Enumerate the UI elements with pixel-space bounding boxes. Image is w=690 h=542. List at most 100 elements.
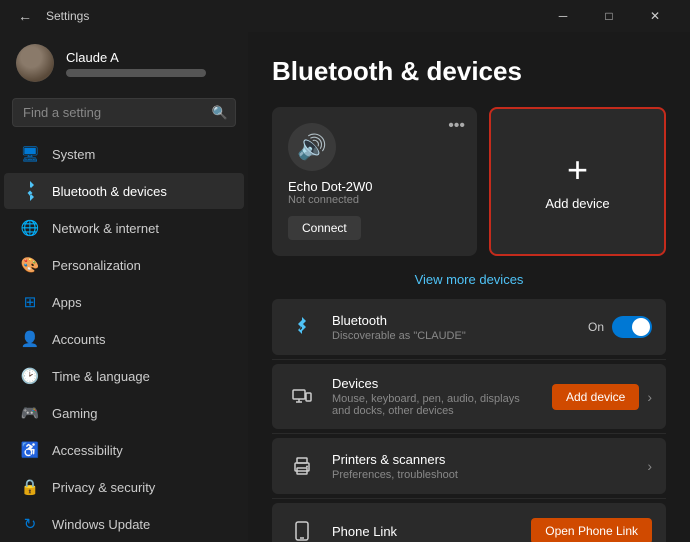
close-button[interactable]: ✕: [632, 0, 678, 32]
page-title: Bluetooth & devices: [272, 56, 666, 87]
bluetooth-row-icon: [286, 311, 318, 343]
phonelink-row-title: Phone Link: [332, 524, 517, 539]
device-icon-wrap: 🔊: [288, 123, 336, 171]
sidebar-item-bluetooth[interactable]: Bluetooth & devices: [4, 173, 244, 209]
user-name: Claude A: [66, 50, 206, 65]
bluetooth-row-title: Bluetooth: [332, 313, 574, 328]
add-device-card-label: Add device: [545, 196, 609, 211]
maximize-button[interactable]: □: [586, 0, 632, 32]
user-info: Claude A: [66, 50, 206, 77]
search-box: 🔍: [12, 98, 236, 127]
minimize-button[interactable]: ─: [540, 0, 586, 32]
devices-row-text: Devices Mouse, keyboard, pen, audio, disp…: [332, 376, 538, 417]
bluetooth-row-right: On: [588, 316, 652, 338]
view-more-link[interactable]: View more devices: [272, 264, 666, 299]
add-device-card[interactable]: + Add device: [489, 107, 666, 256]
phonelink-row-text: Phone Link: [332, 524, 517, 539]
user-profile[interactable]: Claude A: [0, 32, 248, 94]
avatar: [16, 44, 54, 82]
printers-row-sub: Preferences, troubleshoot: [332, 469, 633, 481]
bluetooth-toggle-knob: [632, 318, 650, 336]
sidebar-item-label-network: Network & internet: [52, 221, 159, 236]
system-icon: 🖥: [20, 144, 40, 164]
sidebar-item-personalization[interactable]: 🎨 Personalization: [4, 247, 244, 283]
divider: [272, 359, 666, 360]
settings-list: Bluetooth Discoverable as "CLAUDE" On Devi…: [272, 299, 666, 542]
devices-row: ••• 🔊 Echo Dot-2W0 Not connected Connect…: [272, 107, 666, 256]
sidebar-item-label-privacy: Privacy & security: [52, 480, 155, 495]
sidebar-item-label-accessibility: Accessibility: [52, 443, 123, 458]
sidebar-item-label-system: System: [52, 147, 95, 162]
sidebar-item-gaming[interactable]: 🎮 Gaming: [4, 395, 244, 431]
settings-row-printers[interactable]: Printers & scanners Preferences, troubles…: [272, 438, 666, 494]
titlebar-title: Settings: [46, 9, 89, 23]
apps-icon: ⊞: [20, 292, 40, 312]
avatar-image: [16, 44, 54, 82]
accounts-icon: 👤: [20, 329, 40, 349]
phonelink-row-icon: [286, 515, 318, 542]
divider: [272, 433, 666, 434]
devices-row-icon: [286, 381, 318, 413]
phonelink-open-button[interactable]: Open Phone Link: [531, 518, 652, 542]
sidebar-item-label-update: Windows Update: [52, 517, 150, 532]
device-status: Not connected: [288, 194, 461, 206]
printers-chevron-icon: ›: [647, 458, 652, 474]
bluetooth-toggle-label: On: [588, 320, 604, 334]
back-button[interactable]: ←: [12, 6, 38, 26]
user-subtitle: [66, 69, 206, 77]
more-options-icon[interactable]: •••: [448, 117, 465, 135]
device-card: ••• 🔊 Echo Dot-2W0 Not connected Connect: [272, 107, 477, 256]
titlebar-left: ← Settings: [12, 6, 89, 26]
nav-list: 🖥 System Bluetooth & devices 🌐 Network & in…: [0, 135, 248, 542]
device-icon: 🔊: [297, 133, 327, 162]
devices-row-sub: Mouse, keyboard, pen, audio, displays an…: [332, 393, 538, 417]
sidebar-item-label-apps: Apps: [52, 295, 82, 310]
personalization-icon: 🎨: [20, 255, 40, 275]
sidebar-item-apps[interactable]: ⊞ Apps: [4, 284, 244, 320]
printers-row-title: Printers & scanners: [332, 452, 633, 467]
search-input[interactable]: [12, 98, 236, 127]
bluetooth-icon: [20, 181, 40, 201]
settings-row-devices[interactable]: Devices Mouse, keyboard, pen, audio, disp…: [272, 364, 666, 429]
sidebar-item-update[interactable]: ↻ Windows Update: [4, 506, 244, 542]
add-plus-icon: +: [567, 152, 588, 188]
sidebar-item-label-gaming: Gaming: [52, 406, 98, 421]
time-icon: 🕑: [20, 366, 40, 386]
bluetooth-toggle[interactable]: [612, 316, 652, 338]
main-panel: Bluetooth & devices ••• 🔊 Echo Dot-2W0 N…: [248, 32, 690, 542]
gaming-icon: 🎮: [20, 403, 40, 423]
divider: [272, 498, 666, 499]
titlebar: ← Settings ─ □ ✕: [0, 0, 690, 32]
sidebar-item-time[interactable]: 🕑 Time & language: [4, 358, 244, 394]
sidebar: Claude A 🔍 🖥 System Bluetooth & devices 🌐 N…: [0, 32, 248, 542]
devices-row-title: Devices: [332, 376, 538, 391]
sidebar-item-label-bluetooth: Bluetooth & devices: [52, 184, 167, 199]
sidebar-item-system[interactable]: 🖥 System: [4, 136, 244, 172]
update-icon: ↻: [20, 514, 40, 534]
sidebar-item-accounts[interactable]: 👤 Accounts: [4, 321, 244, 357]
sidebar-item-privacy[interactable]: 🔒 Privacy & security: [4, 469, 244, 505]
privacy-icon: 🔒: [20, 477, 40, 497]
settings-row-phonelink[interactable]: Phone Link Open Phone Link: [272, 503, 666, 542]
bluetooth-row-text: Bluetooth Discoverable as "CLAUDE": [332, 313, 574, 342]
bluetooth-row-sub: Discoverable as "CLAUDE": [332, 330, 574, 342]
connect-button[interactable]: Connect: [288, 216, 361, 240]
devices-row-right: Add device ›: [552, 384, 652, 410]
settings-row-bluetooth[interactable]: Bluetooth Discoverable as "CLAUDE" On: [272, 299, 666, 355]
sidebar-item-network[interactable]: 🌐 Network & internet: [4, 210, 244, 246]
sidebar-item-label-personalization: Personalization: [52, 258, 141, 273]
printers-row-text: Printers & scanners Preferences, troubles…: [332, 452, 633, 481]
printers-row-right: ›: [647, 458, 652, 474]
devices-add-button[interactable]: Add device: [552, 384, 639, 410]
phonelink-row-right: Open Phone Link: [531, 518, 652, 542]
sidebar-item-label-accounts: Accounts: [52, 332, 105, 347]
printers-row-icon: [286, 450, 318, 482]
search-icon: 🔍: [212, 105, 228, 121]
sidebar-item-accessibility[interactable]: ♿Accessibility: [4, 432, 244, 468]
device-name: Echo Dot-2W0: [288, 179, 461, 194]
network-icon: 🌐: [20, 218, 40, 238]
sidebar-item-label-time: Time & language: [52, 369, 150, 384]
window-controls: ─ □ ✕: [540, 0, 678, 32]
devices-chevron-icon: ›: [647, 389, 652, 405]
app-body: Claude A 🔍 🖥 System Bluetooth & devices 🌐 N…: [0, 32, 690, 542]
